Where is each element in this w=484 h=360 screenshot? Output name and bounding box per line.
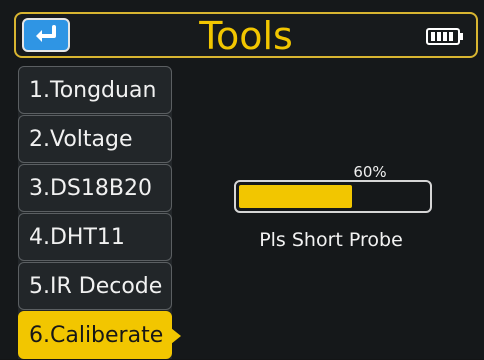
menu-item-caliberate[interactable]: 6.Caliberate <box>18 311 181 359</box>
menu-item-label: 1.Tongduan <box>29 78 157 103</box>
tools-screen: Tools 1.Tongduan 2.Voltage 3.DS18B20 4.D… <box>0 0 484 359</box>
menu-item-label: 3.DS18B20 <box>29 176 152 201</box>
page-title: Tools <box>199 14 293 58</box>
calibration-status: Pls Short Probe <box>259 229 403 251</box>
header-bar: Tools <box>14 12 478 58</box>
tools-menu: 1.Tongduan 2.Voltage 3.DS18B20 4.DHT11 5… <box>18 66 181 359</box>
menu-item-ds18b20[interactable]: 3.DS18B20 <box>18 164 172 212</box>
menu-item-voltage[interactable]: 2.Voltage <box>18 115 172 163</box>
progress-fill <box>239 185 352 208</box>
menu-item-dht11[interactable]: 4.DHT11 <box>18 213 172 261</box>
menu-item-label: 2.Voltage <box>29 127 133 152</box>
progress-percent: 60% <box>353 163 387 181</box>
menu-item-ir-decode[interactable]: 5.IR Decode <box>18 262 172 310</box>
menu-item-tongduan[interactable]: 1.Tongduan <box>18 66 172 114</box>
calibration-progress-bar <box>234 180 432 213</box>
menu-item-label: 4.DHT11 <box>29 225 125 250</box>
battery-full-icon <box>426 28 463 45</box>
menu-item-label: 6.Caliberate <box>29 323 164 348</box>
menu-item-label: 5.IR Decode <box>29 274 163 299</box>
